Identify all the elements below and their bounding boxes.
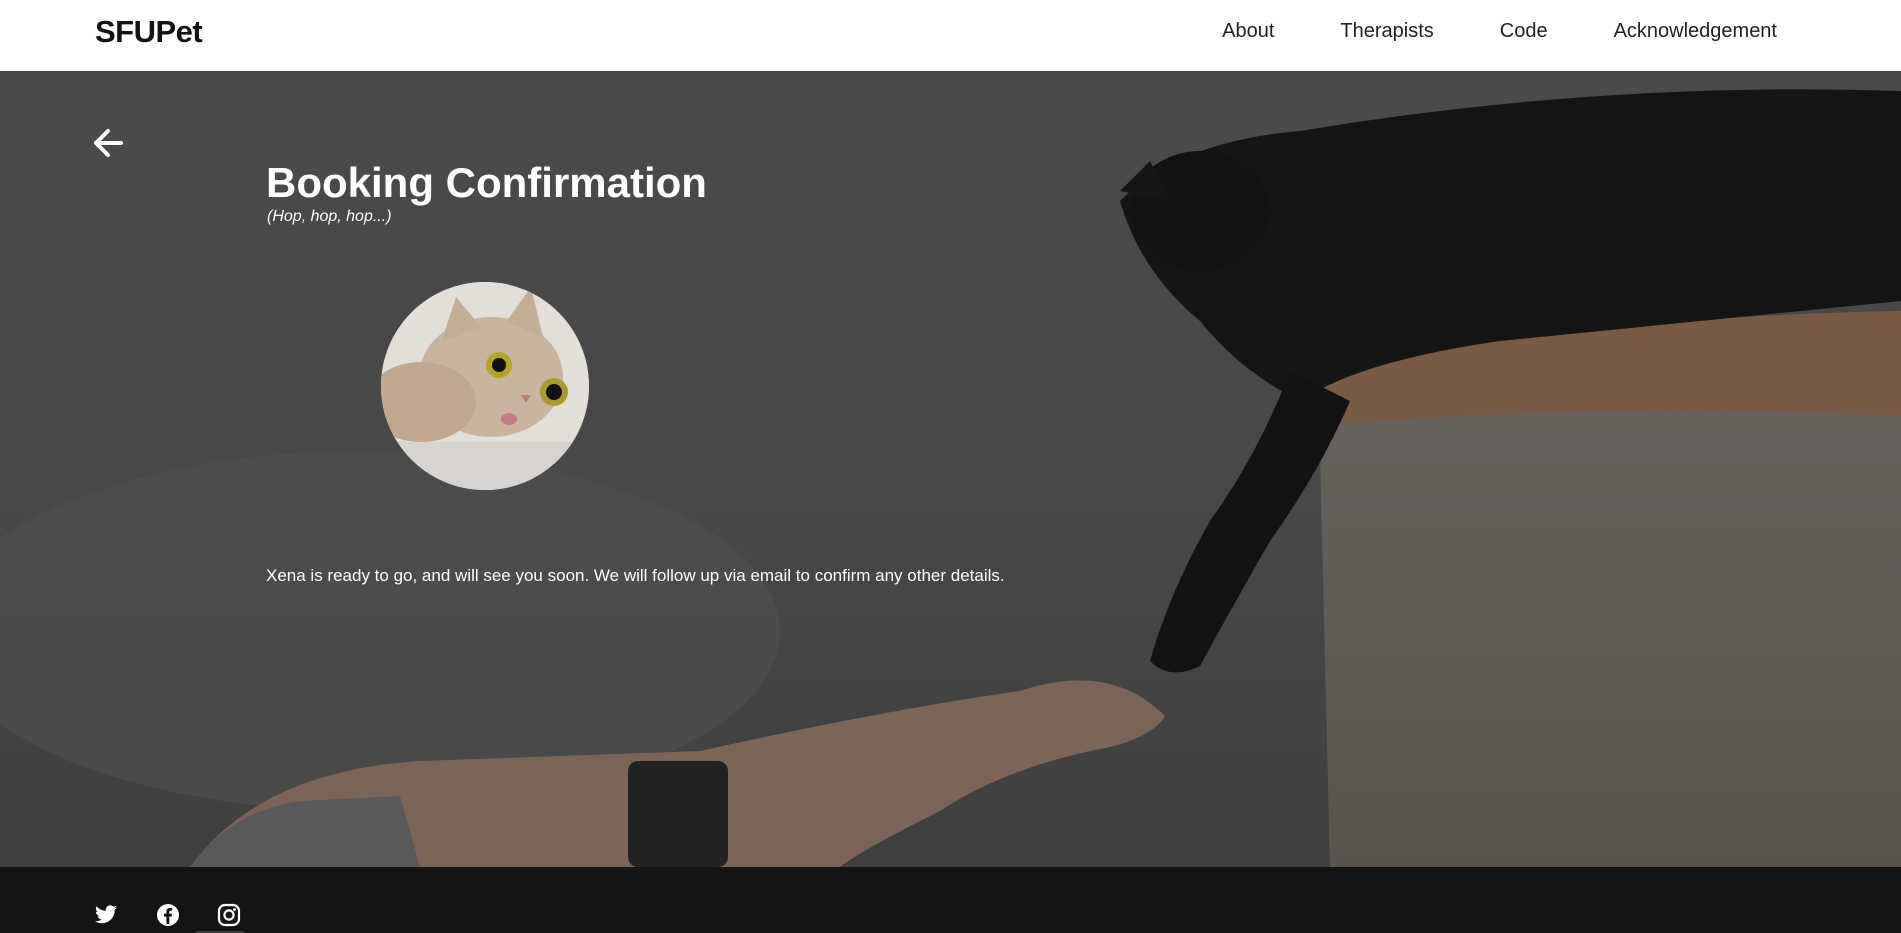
page-title: Booking Confirmation xyxy=(266,159,707,206)
top-navbar: SFUPet About Therapists Code Acknowledge… xyxy=(0,0,1901,71)
footer xyxy=(0,867,1901,933)
nav-acknowledgement-link[interactable]: Acknowledgement xyxy=(1614,20,1777,43)
arrow-left-icon[interactable] xyxy=(92,127,124,159)
pet-avatar xyxy=(381,282,589,490)
page-subtitle: (Hop, hop, hop...) xyxy=(267,208,392,225)
brand-logo[interactable]: SFUPet xyxy=(95,14,203,50)
nav-code-link[interactable]: Code xyxy=(1500,20,1548,43)
main-nav: About Therapists Code Acknowledgement xyxy=(1156,20,1777,43)
hero-section: Booking Confirmation (Hop, hop, hop...) … xyxy=(0,71,1901,867)
twitter-icon[interactable] xyxy=(94,903,118,927)
instagram-icon[interactable] xyxy=(217,903,241,927)
cat-photo xyxy=(381,282,589,490)
nav-therapists-link[interactable]: Therapists xyxy=(1340,20,1433,43)
facebook-icon[interactable] xyxy=(156,903,180,927)
nav-about-link[interactable]: About xyxy=(1222,20,1274,43)
confirmation-message: Xena is ready to go, and will see you so… xyxy=(266,566,1005,585)
